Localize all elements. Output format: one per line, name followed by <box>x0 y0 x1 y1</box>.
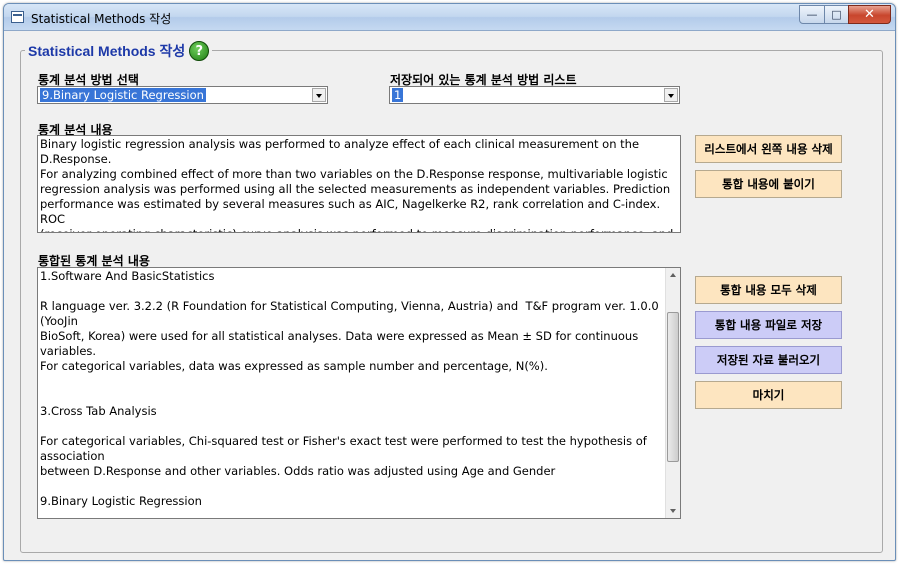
method-select-dropdown[interactable]: 9.Binary Logistic Regression <box>37 86 328 104</box>
minimize-button[interactable]: — <box>799 5 825 24</box>
save-combined-file-button[interactable]: 통합 내용 파일로 저장 <box>695 311 842 339</box>
group-header: Statistical Methods 작성 ? <box>25 39 213 63</box>
saved-list-dropdown[interactable]: 1 <box>389 86 680 104</box>
combined-content-textarea[interactable]: 1.Software And BasicStatistics R languag… <box>37 267 681 519</box>
close-icon: ✕ <box>864 7 875 22</box>
window-app-icon <box>11 11 24 23</box>
minimize-icon: — <box>806 8 818 21</box>
window-title: Statistical Methods 작성 <box>31 12 172 26</box>
close-button[interactable]: ✕ <box>848 5 891 24</box>
scrollbar-thumb[interactable] <box>667 312 679 462</box>
chevron-down-icon[interactable] <box>312 88 326 102</box>
chevron-down-icon[interactable] <box>664 88 678 102</box>
combined-content-text: 1.Software And BasicStatistics R languag… <box>40 269 659 508</box>
analysis-content-textarea[interactable]: Binary logistic regression analysis was … <box>37 135 681 233</box>
maximize-button[interactable]: □ <box>824 5 849 24</box>
combined-content-scrollbar[interactable] <box>665 268 680 518</box>
group-title: Statistical Methods 작성 <box>28 43 186 59</box>
scroll-down-icon[interactable] <box>666 504 680 518</box>
saved-list-value: 1 <box>392 88 404 102</box>
delete-left-content-button[interactable]: 리스트에서 왼쪽 내용 삭제 <box>695 135 842 163</box>
load-saved-data-button[interactable]: 저장된 자료 불러오기 <box>695 346 842 374</box>
help-icon[interactable]: ? <box>189 41 210 61</box>
title-bar[interactable]: Statistical Methods 작성 — □ ✕ <box>4 4 895 31</box>
method-select-value: 9.Binary Logistic Regression <box>40 88 206 102</box>
paste-to-combined-button[interactable]: 통합 내용에 붙이기 <box>695 170 842 198</box>
maximize-icon: □ <box>831 8 842 21</box>
analysis-content-text: Binary logistic regression analysis was … <box>40 137 673 232</box>
finish-button[interactable]: 마치기 <box>695 381 842 409</box>
delete-all-combined-button[interactable]: 통합 내용 모두 삭제 <box>695 276 842 304</box>
scroll-up-icon[interactable] <box>666 268 680 282</box>
